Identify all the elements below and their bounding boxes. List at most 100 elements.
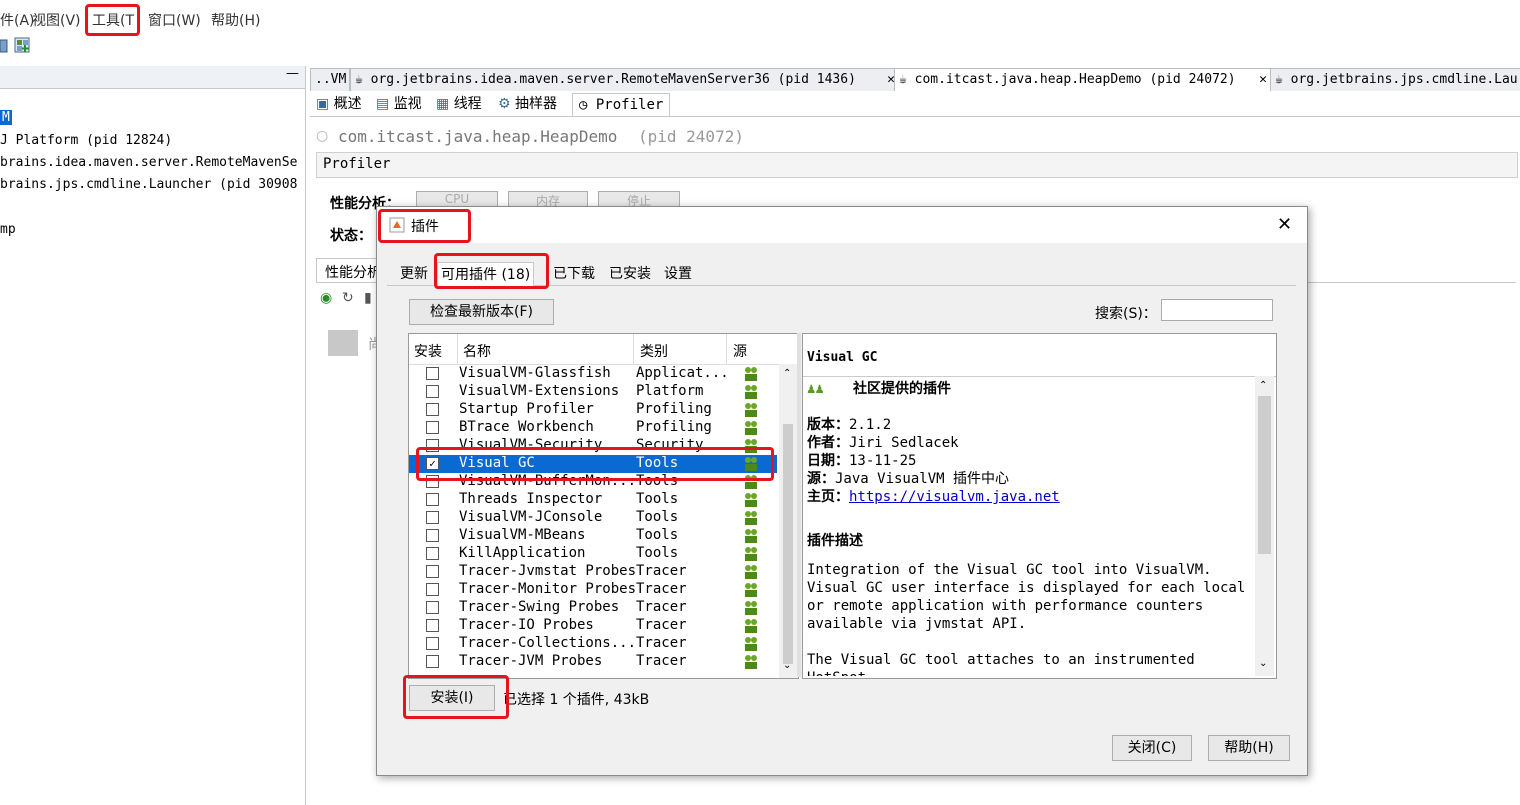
install-checkbox[interactable] bbox=[426, 547, 439, 560]
install-checkbox[interactable] bbox=[426, 367, 439, 380]
column-name[interactable]: 名称 bbox=[463, 341, 491, 361]
scroll-up-icon[interactable]: ⌃ bbox=[783, 368, 791, 379]
clock-icon: ◷ bbox=[579, 97, 588, 113]
install-checkbox[interactable] bbox=[426, 655, 439, 668]
date-value: 13-11-25 bbox=[849, 453, 917, 469]
menu-help[interactable]: 帮助(H) bbox=[211, 10, 260, 30]
tab-sampler[interactable]: ⚙ 抽样器 bbox=[498, 93, 557, 115]
search-input[interactable] bbox=[1161, 299, 1273, 321]
menu-file[interactable]: 件(A) bbox=[0, 10, 35, 30]
tree-item-idea[interactable]: J Platform (pid 12824) bbox=[0, 133, 172, 148]
scroll-thumb[interactable] bbox=[783, 424, 793, 664]
plugin-name: Visual GC bbox=[459, 455, 535, 471]
cpu-button-label: CPU bbox=[444, 192, 470, 206]
table-scrollbar[interactable]: ⌃ ⌄ bbox=[779, 364, 797, 678]
split-divider[interactable] bbox=[797, 333, 801, 677]
tab-downloaded[interactable]: 已下载 bbox=[550, 262, 598, 286]
plugin-name: VisualVM-MBeans bbox=[459, 527, 586, 543]
scroll-down-icon[interactable]: ⌄ bbox=[783, 660, 791, 671]
install-checkbox[interactable] bbox=[426, 493, 439, 506]
plugin-category: Platform bbox=[636, 383, 704, 399]
snapshot-icon[interactable]: ◉ bbox=[320, 290, 332, 306]
table-row[interactable]: VisualVM-MBeans Tools bbox=[409, 527, 777, 545]
table-row[interactable]: Tracer-Jvmstat Probes Tracer bbox=[409, 563, 777, 581]
table-row[interactable]: VisualVM-JConsole Tools bbox=[409, 509, 777, 527]
column-source[interactable]: 源 bbox=[733, 341, 747, 361]
tree-item-local[interactable]: M bbox=[0, 110, 12, 125]
doc-tab-vm[interactable]: ..VM bbox=[310, 68, 350, 91]
doc-tab-heapdemo[interactable]: ☕ com.itcast.java.heap.HeapDemo (pid 240… bbox=[894, 68, 1272, 91]
install-checkbox[interactable] bbox=[426, 511, 439, 524]
table-row[interactable]: Tracer-Monitor Probes Tracer bbox=[409, 581, 777, 599]
community-source-icon bbox=[745, 385, 757, 399]
plugin-name: Tracer-Jvmstat Probes bbox=[459, 563, 637, 579]
install-checkbox[interactable] bbox=[426, 565, 439, 578]
minimize-button[interactable]: — bbox=[286, 66, 299, 81]
table-row[interactable]: BTrace Workbench Profiling bbox=[409, 419, 777, 437]
menu-window[interactable]: 窗口(W) bbox=[148, 10, 201, 30]
tab-profiler[interactable]: ◷ Profiler bbox=[572, 93, 671, 116]
table-row[interactable]: Tracer-IO Probes Tracer bbox=[409, 617, 777, 635]
tab-threads[interactable]: ▦ 线程 bbox=[436, 93, 482, 115]
column-category[interactable]: 类别 bbox=[640, 341, 668, 361]
tree-item-dump[interactable]: mp bbox=[0, 222, 16, 237]
plugin-name: KillApplication bbox=[459, 545, 586, 561]
menu-tools[interactable]: 工具(T bbox=[92, 10, 134, 30]
install-checkbox[interactable] bbox=[426, 403, 439, 416]
table-row[interactable]: VisualVM-BufferMon... Tools bbox=[409, 473, 777, 491]
doc-tab-launcher[interactable]: ☕ org.jetbrains.jps.cmdline.Lau bbox=[1270, 68, 1520, 91]
delete-icon[interactable]: ▮ bbox=[364, 290, 372, 306]
close-icon[interactable]: ✕ bbox=[1259, 69, 1267, 91]
install-checkbox[interactable] bbox=[426, 637, 439, 650]
table-row[interactable]: KillApplication Tools bbox=[409, 545, 777, 563]
table-row[interactable]: Threads Inspector Tools bbox=[409, 491, 777, 509]
table-row[interactable]: Tracer-Collections... Tracer bbox=[409, 635, 777, 653]
install-checkbox[interactable] bbox=[426, 385, 439, 398]
help-button[interactable]: 帮助(H) bbox=[1208, 735, 1290, 761]
tab-updates[interactable]: 更新 bbox=[397, 262, 431, 286]
community-source-icon bbox=[745, 403, 757, 417]
doc-tab-maven-server[interactable]: ☕ org.jetbrains.idea.maven.server.Remote… bbox=[350, 68, 900, 91]
table-header: 安装 名称 类别 源 bbox=[409, 334, 779, 365]
install-checkbox[interactable] bbox=[426, 439, 439, 452]
install-checkbox[interactable] bbox=[426, 529, 439, 542]
table-row[interactable]: Startup Profiler Profiling bbox=[409, 401, 777, 419]
table-row[interactable]: VisualVM-Glassfish Applicat... bbox=[409, 365, 777, 383]
table-row[interactable]: VisualVM-Extensions Platform bbox=[409, 383, 777, 401]
install-checkbox[interactable] bbox=[426, 601, 439, 614]
tab-settings[interactable]: 设置 bbox=[661, 262, 695, 286]
check-updates-button[interactable]: 检查最新版本(F) bbox=[409, 299, 554, 325]
table-row[interactable]: Tracer-Swing Probes Tracer bbox=[409, 599, 777, 617]
table-row[interactable]: Tracer-JVM Probes Tracer bbox=[409, 653, 777, 671]
toolbar-icon[interactable] bbox=[0, 38, 8, 54]
tab-available-plugins[interactable]: 可用插件 (18) bbox=[437, 262, 535, 287]
table-row[interactable]: ✓ Visual GC Tools bbox=[409, 455, 777, 473]
community-source-icon bbox=[745, 457, 757, 471]
home-link[interactable]: https://visualvm.java.net bbox=[849, 489, 1060, 505]
install-button[interactable]: 安装(I) bbox=[409, 685, 495, 711]
refresh-icon[interactable]: ↻ bbox=[342, 290, 354, 306]
install-checkbox[interactable]: ✓ bbox=[426, 457, 439, 470]
install-checkbox[interactable] bbox=[426, 475, 439, 488]
tab-installed[interactable]: 已安装 bbox=[606, 262, 654, 286]
scroll-thumb[interactable] bbox=[1258, 396, 1271, 554]
community-source-icon bbox=[745, 583, 757, 597]
install-checkbox[interactable] bbox=[426, 421, 439, 434]
install-checkbox[interactable] bbox=[426, 619, 439, 632]
close-button[interactable]: 关闭(C) bbox=[1112, 735, 1192, 761]
dialog-close-icon[interactable]: ✕ bbox=[1277, 214, 1292, 235]
column-install[interactable]: 安装 bbox=[414, 341, 442, 361]
menu-view[interactable]: 视图(V) bbox=[32, 10, 81, 30]
tab-monitor[interactable]: ▤ 监视 bbox=[376, 93, 422, 115]
detail-scrollbar[interactable]: ⌃ ⌄ bbox=[1255, 376, 1274, 676]
install-checkbox[interactable] bbox=[426, 583, 439, 596]
tab-overview[interactable]: ▣ 概述 bbox=[316, 93, 362, 115]
tree-item-maven-server[interactable]: brains.idea.maven.server.RemoteMavenSe bbox=[0, 155, 297, 170]
tree-item-launcher[interactable]: brains.jps.cmdline.Launcher (pid 30908 bbox=[0, 177, 297, 192]
plugin-category: Tools bbox=[636, 473, 679, 489]
plugins-dialog: 插件 ✕ 更新 可用插件 (18) 已下载 已安装 设置 检查最新版本(F) 搜… bbox=[376, 206, 1308, 776]
scroll-up-icon[interactable]: ⌃ bbox=[1259, 380, 1267, 391]
scroll-down-icon[interactable]: ⌄ bbox=[1259, 658, 1267, 669]
add-app-icon[interactable] bbox=[14, 37, 31, 54]
table-row[interactable]: VisualVM-Security Security bbox=[409, 437, 777, 455]
